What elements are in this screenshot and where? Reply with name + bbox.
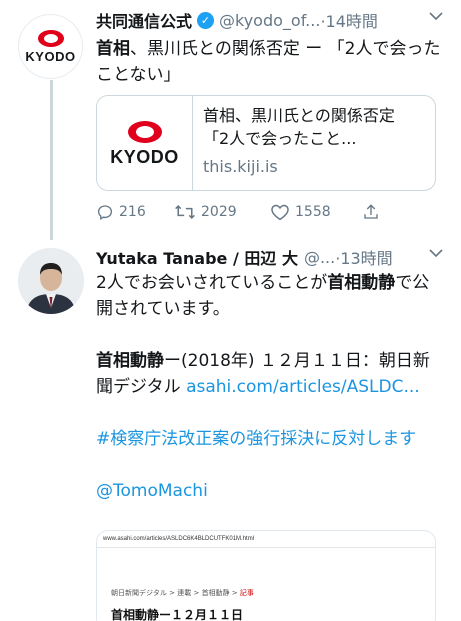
tweet2-chevron-down-icon[interactable] bbox=[429, 247, 443, 262]
preview-breadcrumb: 朝日新聞デジタル > 連載 > 首相動静 > 記事 bbox=[111, 588, 254, 598]
preview-url: www.asahi.com/articles/ASLDC6K4BLDCUTFK0… bbox=[103, 536, 255, 542]
kyodo-logo-mark bbox=[37, 29, 64, 47]
retweet-count: 2029 bbox=[201, 204, 237, 220]
like-button[interactable]: 1558 bbox=[270, 203, 362, 221]
link-card-domain: this.kiji.is bbox=[203, 157, 278, 176]
share-button[interactable] bbox=[362, 203, 385, 221]
tweet2-line2-bold: 首相動静 bbox=[96, 351, 164, 371]
tweet2-paragraph-3: #検察庁法改正案の強行採決に反対します bbox=[96, 426, 441, 452]
tweet2-paragraph-1: 2人でお会いされていることが首相動静で公開されています。 bbox=[96, 270, 441, 322]
retweet-button[interactable]: 2029 bbox=[174, 203, 270, 221]
breadcrumb-sep: > bbox=[169, 589, 175, 597]
tweet1-text: 首相、黒川氏との関係否定 ー 「2人で会ったことない」 bbox=[96, 36, 441, 88]
article-preview-image[interactable]: www.asahi.com/articles/ASLDC6K4BLDCUTFK0… bbox=[96, 530, 436, 621]
tweet2-timestamp[interactable]: ·13時間 bbox=[335, 245, 392, 269]
tweet1-timestamp[interactable]: ·14時間 bbox=[320, 8, 377, 32]
breadcrumb-item: 記事 bbox=[239, 589, 254, 597]
reply-icon bbox=[97, 205, 113, 220]
breadcrumb-item: 朝日新聞デジタル bbox=[111, 589, 167, 597]
tweet1-text-bold: 首相 bbox=[96, 39, 130, 59]
share-icon bbox=[364, 204, 378, 219]
tweet2-display-name[interactable]: Yutaka Tanabe / 田辺 大 bbox=[96, 245, 298, 269]
like-count: 1558 bbox=[295, 204, 331, 220]
tweet1-handle[interactable]: @kyodo_of... bbox=[219, 11, 320, 30]
tweet1-header: 共同通信公式 ✓ @kyodo_of... ·14時間 bbox=[96, 8, 443, 32]
verified-badge-icon: ✓ bbox=[197, 11, 215, 29]
tweet1-chevron-down-icon[interactable] bbox=[429, 10, 443, 25]
breadcrumb-sep: > bbox=[231, 589, 238, 597]
tweet2-line1-pre: 2人でお会いされていることが bbox=[96, 273, 328, 293]
card-kyodo-logo-mark bbox=[127, 120, 162, 143]
kyodo-logo-text: KYODO bbox=[25, 48, 76, 64]
user-avatar[interactable] bbox=[18, 248, 84, 314]
card-kyodo-logo-text: KYODO bbox=[110, 146, 179, 167]
retweet-icon bbox=[175, 204, 195, 220]
tweet2-text: 2人でお会いされていることが首相動静で公開されています。 首相動静ー(2018年… bbox=[96, 270, 441, 504]
reply-button[interactable]: 216 bbox=[96, 203, 174, 221]
thread-connector-line bbox=[50, 80, 53, 240]
tweet1-text-rest: 、黒川氏との関係否定 ー 「2人で会ったことない」 bbox=[96, 39, 441, 85]
breadcrumb-item: 首相動静 bbox=[201, 589, 230, 597]
link-card-title: 首相、黒川氏との関係否定 「2人で会ったこと... bbox=[203, 106, 411, 148]
heart-icon bbox=[271, 204, 289, 221]
tweet2-handle[interactable]: @... bbox=[304, 248, 335, 267]
tweet2-paragraph-4: @TomoMachi bbox=[96, 478, 441, 504]
article-link[interactable]: asahi.com/articles/ASLDC... bbox=[186, 377, 420, 397]
preview-divider bbox=[97, 547, 435, 548]
reply-count: 216 bbox=[119, 204, 146, 220]
tweet1-display-name[interactable]: 共同通信公式 bbox=[96, 8, 192, 32]
tweet2-line1-bold: 首相動静 bbox=[327, 273, 396, 293]
tweet1-action-bar: 216 2029 1558 bbox=[96, 200, 396, 224]
preview-heading: 首相動静ー１２月１１日 bbox=[111, 608, 244, 621]
mention-link[interactable]: @TomoMachi bbox=[96, 481, 208, 501]
breadcrumb-sep: > bbox=[193, 589, 200, 597]
tweet2-header: Yutaka Tanabe / 田辺 大 @... ·13時間 bbox=[96, 245, 443, 269]
tweet2-paragraph-2: 首相動静ー(2018年) １２月１１日：朝日新聞デジタル asahi.com/a… bbox=[96, 348, 441, 400]
link-card-image: KYODO bbox=[97, 96, 193, 190]
kyodo-avatar[interactable]: KYODO bbox=[18, 14, 83, 79]
link-card[interactable]: KYODO 首相、黒川氏との関係否定 「2人で会ったこと... this.kij… bbox=[96, 95, 436, 191]
hashtag-link[interactable]: #検察庁法改正案の強行採決に反対します bbox=[96, 429, 416, 449]
breadcrumb-item: 連載 bbox=[177, 589, 192, 597]
